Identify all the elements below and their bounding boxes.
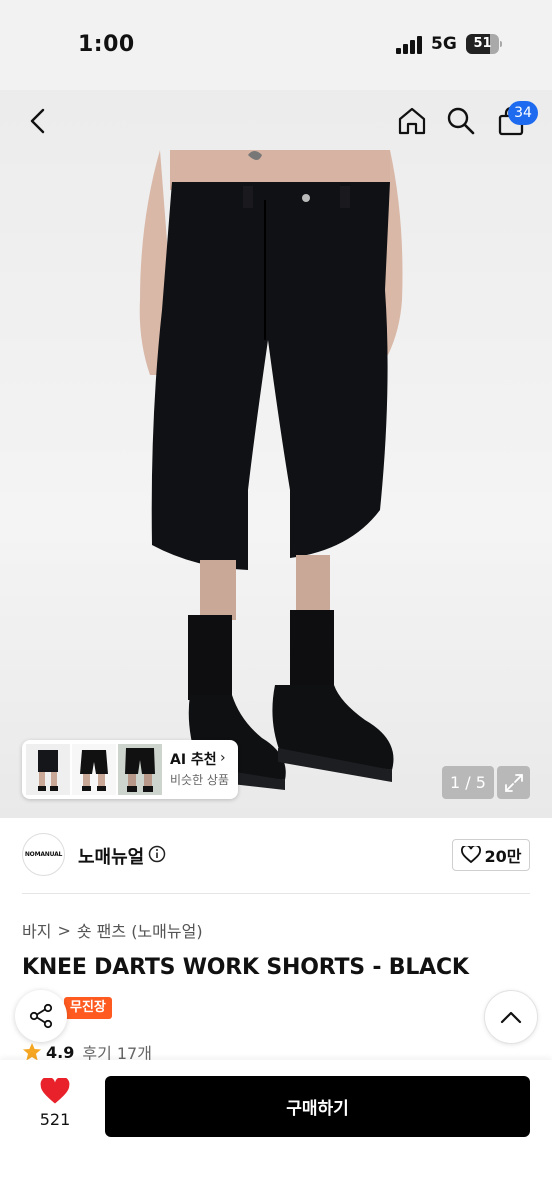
breadcrumb: 바지 > 숏 팬츠 (노매뉴얼) [22,918,203,942]
battery-level: 51 [473,36,492,51]
back-icon [30,108,45,134]
home-icon [398,107,426,135]
info-icon[interactable] [148,845,166,863]
thumbnail-3[interactable] [118,744,162,795]
product-title: KNEE DARTS WORK SHORTS - BLACK [22,955,469,980]
chevron-up-icon [500,1011,522,1024]
product-image[interactable] [0,90,552,818]
expand-icon [504,773,523,792]
promo-tag: 무진장 [64,997,112,1019]
share-icon [29,1003,53,1029]
thumbnail-1[interactable] [26,744,70,795]
back-button[interactable] [18,101,58,141]
heart-filled-icon [40,1076,70,1104]
favorite-count: 521 [39,1110,71,1129]
product-photo [139,150,403,790]
cart-count-badge: 34 [508,101,538,125]
brand-name[interactable]: 노매뉴얼 [78,843,144,869]
ai-recommend-label[interactable]: AI 추천 [170,749,217,769]
share-button[interactable] [15,990,67,1042]
battery-icon: 51 [466,34,502,54]
star-icon [23,1043,41,1061]
ai-recommend-sub: 비슷한 상품 [170,773,230,787]
like-button[interactable]: 20만 [452,839,530,871]
rating-score: 4.9 [46,1042,75,1062]
breadcrumb-separator: > [57,920,71,940]
home-button[interactable] [392,101,432,141]
heart-outline-icon [460,846,481,864]
status-time: 1:00 [78,32,135,57]
search-icon [447,107,475,135]
scroll-top-button[interactable] [484,990,538,1044]
like-count: 20만 [484,847,522,866]
image-counter: 1 / 5 [442,766,494,799]
buy-button[interactable]: 구매하기 [105,1076,530,1137]
search-button[interactable] [441,101,481,141]
breadcrumb-category[interactable]: 바지 [22,918,51,942]
expand-button[interactable] [497,766,530,799]
brand-logo[interactable]: NOMANUAL [22,833,65,876]
divider [22,893,530,894]
chevron-right-icon: › [220,750,226,766]
favorite-button[interactable] [30,1076,80,1109]
status-bar: 1:00 5G 51 [0,0,552,90]
network-label: 5G [431,34,457,54]
breadcrumb-subcategory[interactable]: 숏 팬츠 (노매뉴얼) [77,918,203,942]
thumbnail-2[interactable] [72,744,116,795]
thumbnail-strip[interactable]: AI 추천 › 비슷한 상품 [22,740,238,799]
signal-icon [396,36,422,54]
